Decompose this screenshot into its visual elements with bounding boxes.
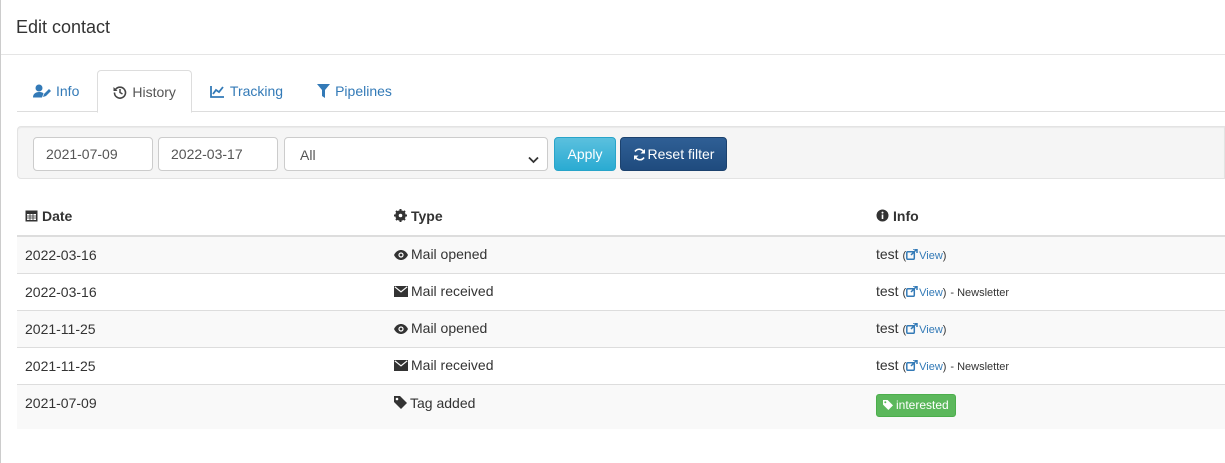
modal-title: Edit contact — [16, 17, 111, 37]
close-paren: ) — [942, 287, 947, 299]
refresh-icon — [633, 147, 646, 161]
row-info-name: test — [876, 246, 899, 263]
view-link[interactable]: View — [906, 322, 943, 337]
close-paren: ) — [942, 361, 947, 373]
history-icon — [113, 85, 127, 99]
date-from-input[interactable]: 2021-07-09 — [33, 137, 153, 171]
row-date: 2022-03-16 — [17, 272, 386, 310]
tab-info-label: Info — [56, 83, 80, 99]
column-header-type: Type — [386, 198, 868, 237]
apply-button[interactable]: Apply — [554, 137, 616, 171]
view-link[interactable]: View — [906, 285, 943, 300]
date-to-input[interactable]: 2022-03-17 — [158, 137, 278, 171]
history-filter-bar: 2021-07-09 2022-03-17 All Apply Reset fi… — [17, 126, 1225, 179]
column-header-date-label: Date — [42, 208, 73, 224]
table-row: 2021-11-25 Mail received test (View) - N… — [17, 346, 1225, 384]
row-type: Tag added — [386, 383, 868, 429]
external-link-icon — [906, 248, 918, 263]
table-row: 2022-03-16 Mail opened test (View) — [17, 235, 1225, 273]
reset-filter-label: Reset filter — [647, 146, 715, 162]
view-link-label: View — [919, 250, 943, 263]
column-header-date: Date — [17, 198, 386, 237]
view-link-label: View — [919, 324, 943, 336]
row-type-label: Mail opened — [411, 246, 488, 263]
close-paren: ) — [942, 250, 947, 263]
tab-bar: Info History Tracking Pipelines — [17, 70, 1225, 113]
reset-filter-button[interactable]: Reset filter — [620, 137, 727, 171]
history-table: Date Type Info 2022-03-16 Mail opened te… — [17, 198, 1225, 429]
external-link-icon — [906, 359, 918, 374]
user-edit-icon — [33, 84, 51, 98]
row-date: 2021-11-25 — [17, 309, 386, 347]
tag-badge-label: interested — [896, 397, 949, 412]
external-link-icon — [906, 285, 918, 300]
row-date: 2022-03-16 — [17, 235, 386, 273]
view-link[interactable]: View — [906, 248, 943, 263]
tab-pipelines-label: Pipelines — [335, 83, 392, 99]
tag-icon — [883, 399, 893, 410]
modal-header: Edit contact — [1, 0, 1225, 55]
row-type: Mail opened — [386, 309, 868, 347]
tab-pipelines[interactable]: Pipelines — [301, 70, 408, 112]
eye-icon — [394, 247, 408, 263]
table-row: 2021-07-09 Tag added interested — [17, 383, 1225, 429]
view-link-label: View — [919, 361, 943, 373]
table-row: 2021-11-25 Mail opened test (View) — [17, 309, 1225, 347]
row-info-name: test — [876, 320, 899, 336]
tab-history-label: History — [132, 83, 176, 100]
type-select[interactable]: All — [284, 137, 548, 171]
row-type-label: Mail received — [411, 283, 494, 299]
line-chart-icon — [210, 85, 225, 98]
column-header-info-label: Info — [893, 208, 919, 224]
row-type-label: Mail opened — [411, 320, 488, 336]
tab-history[interactable]: History — [97, 70, 192, 113]
envelope-icon — [394, 358, 408, 374]
close-paren: ) — [942, 324, 947, 336]
edit-contact-modal: Edit contact Info History Tracking Pipel… — [0, 0, 1225, 463]
row-info: test (View) — [868, 309, 1225, 347]
row-date: 2021-07-09 — [17, 383, 386, 429]
row-type: Mail received — [386, 346, 868, 384]
external-link-icon — [906, 322, 918, 337]
filter-icon — [317, 84, 331, 98]
tab-tracking[interactable]: Tracking — [194, 70, 299, 112]
row-type-label: Mail received — [411, 357, 494, 373]
chevron-down-icon — [528, 149, 539, 169]
tab-tracking-label: Tracking — [229, 83, 284, 99]
row-info: interested — [868, 383, 1225, 429]
tab-info[interactable]: Info — [17, 70, 95, 112]
row-type: Mail opened — [386, 235, 868, 273]
row-info: test (View) - Newsletter — [868, 272, 1225, 310]
view-link-label: View — [919, 287, 943, 299]
tag-icon — [394, 395, 407, 412]
row-info: test (View) — [868, 235, 1225, 273]
row-info-suffix: - Newsletter — [950, 287, 1010, 299]
type-select-value: All — [300, 147, 316, 163]
table-header-row: Date Type Info — [17, 198, 1225, 237]
row-info-name: test — [876, 283, 899, 299]
table-row: 2022-03-16 Mail received test (View) - N… — [17, 272, 1225, 310]
row-type: Mail received — [386, 272, 868, 310]
row-info-suffix: - Newsletter — [950, 361, 1010, 373]
row-info: test (View) - Newsletter — [868, 346, 1225, 384]
envelope-icon — [394, 284, 408, 300]
row-type-label: Tag added — [410, 394, 476, 411]
calendar-icon — [25, 209, 38, 225]
tag-badge: interested — [876, 393, 956, 417]
column-header-info: Info — [868, 198, 1225, 237]
row-info-name: test — [876, 357, 899, 373]
info-circle-icon — [876, 209, 889, 225]
column-header-type-label: Type — [411, 208, 443, 224]
row-date: 2021-11-25 — [17, 346, 386, 384]
view-link[interactable]: View — [906, 359, 943, 374]
eye-icon — [394, 321, 408, 337]
gear-icon — [394, 209, 407, 225]
